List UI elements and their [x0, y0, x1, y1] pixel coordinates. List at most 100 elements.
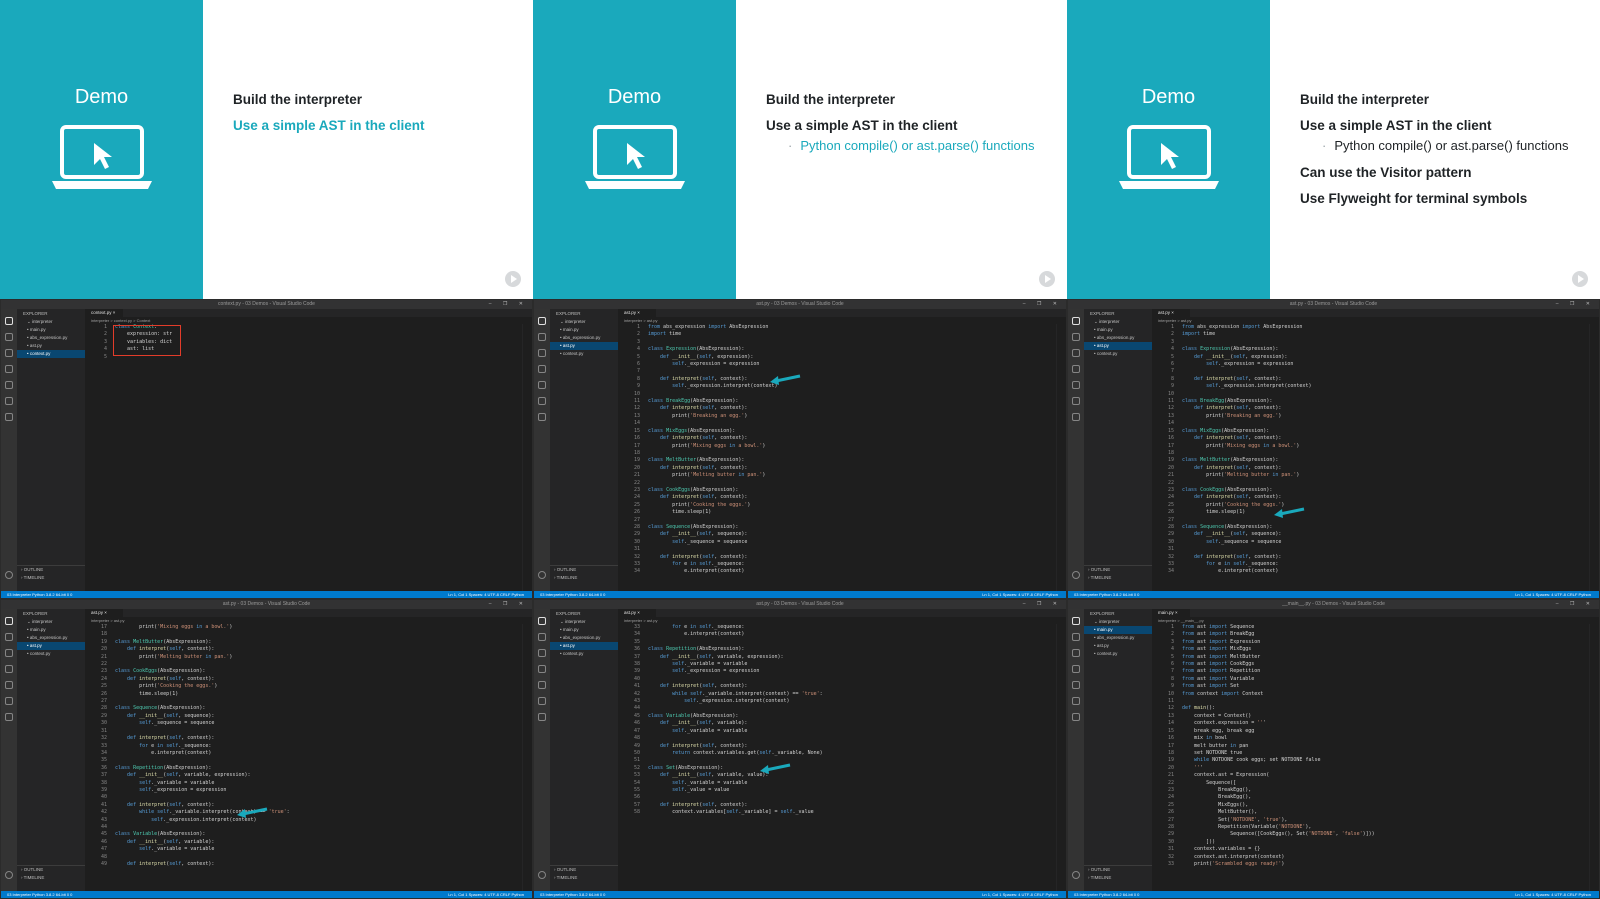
code-line[interactable]: 18: [618, 450, 1056, 457]
minimap[interactable]: [522, 624, 532, 891]
file-tree-item[interactable]: ⌄ interpreter: [17, 318, 85, 326]
code-line[interactable]: 22 Sequence([: [1152, 780, 1589, 787]
search-icon[interactable]: [5, 333, 13, 341]
code-line[interactable]: 8 from ast import Variable: [1152, 676, 1589, 683]
code-line[interactable]: 57 def interpret(self, context):: [618, 802, 1056, 809]
code-line[interactable]: 29 def __init__(self, sequence):: [1152, 531, 1589, 538]
file-tree-item[interactable]: ⌄ interpreter: [550, 618, 618, 626]
run-icon[interactable]: [5, 365, 13, 373]
test-icon[interactable]: [1072, 397, 1080, 405]
code-line[interactable]: 52 class Set(AbsExpression):: [618, 765, 1056, 772]
outline-header[interactable]: › TIMELINE: [17, 574, 85, 582]
code-line[interactable]: 2 import time: [618, 331, 1056, 338]
window-controls[interactable]: – ❐ ✕: [1023, 600, 1062, 609]
test-icon[interactable]: [1072, 697, 1080, 705]
code-line[interactable]: 34 e.interpret(context): [618, 568, 1056, 575]
outline-header[interactable]: › OUTLINE: [1084, 566, 1152, 574]
file-tree-item[interactable]: • abs_expression.py: [550, 334, 618, 342]
code-line[interactable]: 30 self._sequence = sequence: [85, 720, 522, 727]
test-icon[interactable]: [5, 697, 13, 705]
code-line[interactable]: 36 class Repetition(AbsExpression):: [85, 765, 522, 772]
run-icon[interactable]: [1072, 665, 1080, 673]
code-line[interactable]: 19 class MeltButter(AbsExpression):: [1152, 457, 1589, 464]
code-line[interactable]: 38 self._variable = variable: [85, 780, 522, 787]
code-line[interactable]: 13 print('Breaking an egg.'): [618, 413, 1056, 420]
breadcrumb[interactable]: interpreter > context.py > Context: [85, 317, 532, 324]
source-control-icon[interactable]: [538, 649, 546, 657]
code-line[interactable]: 39 self._expression = expression: [85, 787, 522, 794]
code-line[interactable]: 11 class BreakEgg(AbsExpression):: [618, 398, 1056, 405]
code-line[interactable]: 21 print('Melting butter in pan.'): [85, 654, 522, 661]
outline-header[interactable]: › TIMELINE: [17, 874, 85, 882]
code-line[interactable]: 26 time.sleep(1): [1152, 509, 1589, 516]
code-line[interactable]: 43 self._expression.interpret(context): [85, 817, 522, 824]
code-line[interactable]: 17 print('Mixing eggs in a bowl.'): [618, 443, 1056, 450]
window-controls[interactable]: – ❐ ✕: [1023, 300, 1062, 309]
outline-header[interactable]: › OUTLINE: [17, 866, 85, 874]
status-bar-right[interactable]: Ln 1, Col 1 Spaces: 4 UTF-8 CRLF Python: [982, 891, 1058, 898]
gear-icon[interactable]: [5, 571, 13, 579]
code-line[interactable]: 21 print('Melting butter in pan.'): [618, 472, 1056, 479]
code-line[interactable]: 15 break egg, break egg: [1152, 728, 1589, 735]
code-line[interactable]: 31: [1152, 546, 1589, 553]
remote-icon[interactable]: [1072, 413, 1080, 421]
code-line[interactable]: 33 for e in self._sequence:: [1152, 561, 1589, 568]
file-tree-item[interactable]: • context.py: [1084, 350, 1152, 358]
code-line[interactable]: 43 self._expression.interpret(context): [618, 698, 1056, 705]
code-line[interactable]: 17 print('Mixing eggs in a bowl.'): [1152, 443, 1589, 450]
code-line[interactable]: 7 from ast import Repetition: [1152, 668, 1589, 675]
code-line[interactable]: 33 for e in self._sequence:: [618, 624, 1056, 631]
code-line[interactable]: 3: [1152, 339, 1589, 346]
window-controls[interactable]: – ❐ ✕: [489, 600, 528, 609]
code-line[interactable]: 10 from context import Context: [1152, 691, 1589, 698]
test-icon[interactable]: [5, 397, 13, 405]
minimap[interactable]: [1056, 624, 1066, 891]
code-line[interactable]: 24 def interpret(self, context):: [1152, 494, 1589, 501]
gear-icon[interactable]: [5, 871, 13, 879]
code-line[interactable]: 35: [85, 757, 522, 764]
explorer-icon[interactable]: [1072, 317, 1080, 325]
file-tree-item[interactable]: • context.py: [17, 350, 85, 358]
file-tree-item[interactable]: • context.py: [1084, 650, 1152, 658]
code-line[interactable]: 37 def __init__(self, variable, expressi…: [85, 772, 522, 779]
extensions-icon[interactable]: [1072, 681, 1080, 689]
play-icon[interactable]: [505, 271, 521, 287]
file-tree-item[interactable]: • main.py: [17, 626, 85, 634]
code-line[interactable]: 25 MixEggs(),: [1152, 802, 1589, 809]
file-tree-item[interactable]: • ast.py: [550, 342, 618, 350]
gear-icon[interactable]: [538, 571, 546, 579]
outline-header[interactable]: › OUTLINE: [1084, 866, 1152, 874]
code-line[interactable]: 46 def __init__(self, variable):: [618, 720, 1056, 727]
code-line[interactable]: 12 def main():: [1152, 705, 1589, 712]
code-line[interactable]: 10: [618, 391, 1056, 398]
code-line[interactable]: 4 class Expression(AbsExpression):: [1152, 346, 1589, 353]
code-line[interactable]: 29 Sequence([CookEggs(), Set('NOTDONE', …: [1152, 831, 1589, 838]
code-line[interactable]: 48: [85, 854, 522, 861]
code-line[interactable]: 49 def interpret(self, context):: [85, 861, 522, 868]
file-tree-item[interactable]: • ast.py: [1084, 642, 1152, 650]
code-line[interactable]: 14: [618, 420, 1056, 427]
window-controls[interactable]: – ❐ ✕: [1556, 600, 1595, 609]
code-line[interactable]: 40: [85, 794, 522, 801]
code-line[interactable]: 27: [1152, 517, 1589, 524]
code-line[interactable]: 8 def interpret(self, context):: [618, 376, 1056, 383]
extensions-icon[interactable]: [5, 681, 13, 689]
code-line[interactable]: 16 def interpret(self, context):: [618, 435, 1056, 442]
code-line[interactable]: 15 class MixEggs(AbsExpression):: [618, 428, 1056, 435]
code-line[interactable]: 32 def interpret(self, context):: [85, 735, 522, 742]
minimap[interactable]: [522, 324, 532, 591]
code-line[interactable]: 40: [618, 676, 1056, 683]
code-line[interactable]: 29 def __init__(self, sequence):: [618, 531, 1056, 538]
code-line[interactable]: 4 class Expression(AbsExpression):: [618, 346, 1056, 353]
code-line[interactable]: 31 context.variables = {}: [1152, 846, 1589, 853]
file-tree-item[interactable]: • main.py: [550, 626, 618, 634]
explorer-icon[interactable]: [538, 317, 546, 325]
code-line[interactable]: 51: [618, 757, 1056, 764]
code-line[interactable]: 20 def interpret(self, context):: [1152, 465, 1589, 472]
code-line[interactable]: 23 BreakEgg(),: [1152, 787, 1589, 794]
code-line[interactable]: 18: [1152, 450, 1589, 457]
code-line[interactable]: 11: [1152, 698, 1589, 705]
code-line[interactable]: 25 print('Cooking the eggs.'): [1152, 502, 1589, 509]
remote-icon[interactable]: [538, 413, 546, 421]
code-line[interactable]: 17 melt butter in pan: [1152, 743, 1589, 750]
